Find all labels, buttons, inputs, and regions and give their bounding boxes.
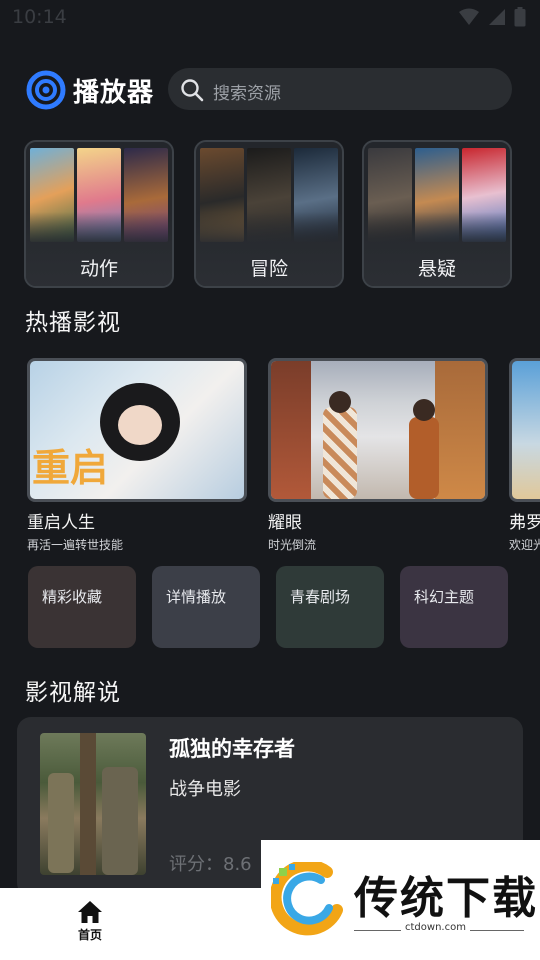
app-title: 播放器 bbox=[73, 78, 155, 108]
watermark: 传统下载 ctdown.com bbox=[261, 840, 540, 960]
hot-item-title: 耀眼 bbox=[268, 513, 302, 533]
poster-text: 重启 bbox=[32, 446, 109, 490]
genre-card-action[interactable]: 动作 bbox=[24, 140, 174, 288]
hot-item[interactable]: 弗罗 欢迎光 bbox=[509, 358, 540, 553]
tab-home-label: 首页 bbox=[77, 928, 102, 942]
hot-thumbnail bbox=[509, 358, 540, 502]
tab-home[interactable]: 首页 bbox=[60, 900, 120, 950]
status-bar: 10:14 bbox=[0, 0, 540, 36]
hot-item[interactable]: 耀眼 时光倒流 bbox=[268, 358, 490, 553]
explain-score: 评分：8.6 bbox=[169, 854, 252, 875]
search-placeholder: 搜索资源 bbox=[213, 84, 281, 104]
header: 播放器 搜索资源 bbox=[0, 64, 540, 114]
genre-label: 冒险 bbox=[249, 258, 288, 280]
theme-label: 精彩收藏 bbox=[42, 588, 103, 606]
app-logo-icon bbox=[26, 70, 66, 110]
genre-label: 动作 bbox=[79, 258, 118, 280]
theme-tile-playback[interactable]: 详情播放 bbox=[152, 566, 260, 648]
battery-icon bbox=[514, 7, 526, 27]
hot-item-subtitle: 再活一遍转世技能 bbox=[27, 538, 124, 552]
search-icon bbox=[181, 79, 204, 102]
status-icons bbox=[458, 7, 526, 27]
hot-thumbnail bbox=[268, 358, 488, 502]
section-title-hot: 热播影视 bbox=[25, 310, 121, 336]
watermark-text: 传统下载 bbox=[354, 873, 538, 924]
hot-item-title: 重启人生 bbox=[27, 513, 95, 533]
hot-item-subtitle: 欢迎光 bbox=[509, 538, 540, 552]
genre-card-mystery[interactable]: 悬疑 bbox=[362, 140, 512, 288]
theme-tile-scifi[interactable]: 科幻主题 bbox=[400, 566, 508, 648]
genre-label: 悬疑 bbox=[417, 258, 456, 280]
search-input[interactable]: 搜索资源 bbox=[168, 68, 512, 110]
theme-tile-favorites[interactable]: 精彩收藏 bbox=[28, 566, 136, 648]
wifi-icon bbox=[459, 8, 479, 25]
theme-tile-youth[interactable]: 青春剧场 bbox=[276, 566, 384, 648]
theme-label: 科幻主题 bbox=[414, 588, 475, 606]
hot-item-subtitle: 时光倒流 bbox=[268, 538, 317, 552]
genre-card-adventure[interactable]: 冒险 bbox=[194, 140, 344, 288]
signal-icon bbox=[489, 9, 505, 25]
home-icon bbox=[78, 901, 102, 923]
watermark-logo-icon bbox=[271, 862, 343, 936]
status-time: 10:14 bbox=[12, 6, 67, 28]
explain-title: 孤独的幸存者 bbox=[169, 737, 295, 761]
watermark-url: ctdown.com bbox=[401, 922, 470, 933]
theme-label: 青春剧场 bbox=[290, 588, 351, 606]
explain-genre: 战争电影 bbox=[169, 779, 241, 800]
hot-item-title: 弗罗 bbox=[509, 513, 540, 533]
theme-label: 详情播放 bbox=[166, 588, 227, 606]
hot-thumbnail: 重启 bbox=[27, 358, 247, 502]
explain-poster bbox=[40, 733, 146, 875]
section-title-explain: 影视解说 bbox=[25, 680, 121, 706]
hot-item[interactable]: 重启 重启人生 再活一遍转世技能 bbox=[27, 358, 249, 553]
